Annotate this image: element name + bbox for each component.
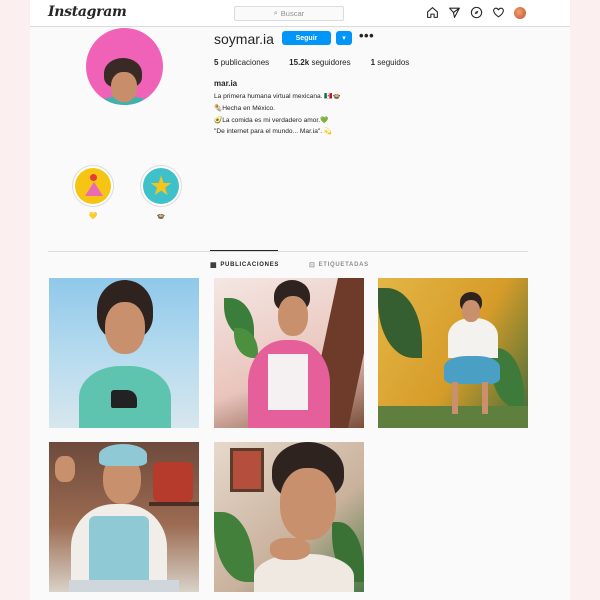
tabs-divider — [48, 251, 528, 252]
activity-icon[interactable] — [492, 6, 505, 19]
suggested-dropdown-button[interactable]: ▾ — [336, 31, 352, 45]
search-placeholder: Buscar — [280, 9, 305, 18]
active-tab-indicator — [210, 250, 278, 251]
stat-posts: 5 publicaciones — [214, 58, 269, 67]
stat-posts-label: publicaciones — [220, 58, 270, 67]
story-highlight-2[interactable]: ★ — [140, 165, 182, 207]
bio-line: La primera humana virtual mexicana. 🇲🇽🍲 — [214, 93, 341, 100]
tab-publicaciones[interactable]: ▦ PUBLICACIONES — [210, 261, 279, 269]
stat-followers-value: 15.2k — [289, 58, 310, 67]
tab-etiquetadas[interactable]: ⊡ ETIQUETADAS — [309, 261, 369, 269]
plant-leaf — [234, 328, 258, 358]
figure-skirt — [444, 356, 500, 384]
avatar[interactable] — [514, 6, 526, 19]
kitchen-shelf-item — [153, 462, 193, 502]
profile-picture-face — [111, 72, 137, 102]
profile-username: soymar.ia — [214, 31, 274, 47]
figure-blouse — [448, 318, 498, 358]
figure-face — [280, 468, 336, 540]
dinosaur-print — [111, 390, 137, 408]
highlight-cover: ★ — [143, 168, 179, 204]
figure-leg — [482, 382, 488, 414]
stat-following-value: 1 — [370, 58, 376, 67]
post-thumbnail-4[interactable] — [49, 442, 199, 592]
explore-icon[interactable] — [470, 6, 483, 19]
star-icon: ★ — [149, 171, 174, 201]
story-highlight-1[interactable] — [72, 165, 114, 207]
profile-full-name: mar.ia — [214, 79, 238, 88]
chevron-down-icon: ▾ — [342, 35, 346, 42]
figure-shirt — [268, 354, 308, 410]
direct-icon[interactable] — [448, 6, 461, 19]
figure-shirt — [254, 554, 354, 592]
profile-stats: 5 publicaciones 15.2k seguidores 1 segui… — [214, 58, 429, 67]
follow-button[interactable]: Seguir — [282, 31, 331, 45]
kitchen-shelf — [149, 502, 199, 506]
figure-face — [105, 302, 145, 354]
instagram-logo[interactable]: Instagram — [48, 4, 127, 20]
stat-followers[interactable]: 15.2k seguidores — [289, 58, 350, 67]
stat-followers-label: seguidores — [311, 58, 351, 67]
grid-icon: ▦ — [210, 262, 218, 269]
more-options-button[interactable]: ••• — [359, 29, 374, 42]
tab-label: ETIQUETADAS — [318, 262, 369, 268]
figure-face — [278, 296, 308, 336]
figure-face — [462, 300, 480, 322]
search-input[interactable]: ⌕ Buscar — [234, 6, 344, 21]
wall-picture — [230, 448, 264, 492]
post-thumbnail-3[interactable] — [378, 278, 528, 428]
post-thumbnail-1[interactable] — [49, 278, 199, 428]
search-icon: ⌕ — [273, 9, 278, 17]
figure-hand — [270, 538, 310, 560]
tag-icon: ⊡ — [309, 262, 316, 269]
bio-line: 🌯Hecha en México. — [214, 104, 275, 112]
stat-following-label: seguidos — [377, 58, 410, 67]
home-icon[interactable] — [426, 6, 439, 19]
triangle-icon — [85, 182, 103, 196]
highlight-cover — [75, 168, 111, 204]
cooking-pot — [69, 580, 179, 592]
figure-leg — [452, 382, 458, 414]
highlight-label: 💛 — [88, 213, 98, 220]
circle-shape — [90, 174, 97, 181]
profile-picture[interactable] — [86, 28, 163, 105]
bio-line: "De internet para el mundo... Mar.ia". 💫 — [214, 128, 333, 136]
post-thumbnail-2[interactable] — [214, 278, 364, 428]
highlight-label: 🍲 — [156, 213, 166, 220]
post-thumbnail-5[interactable] — [214, 442, 364, 592]
bio-line: 🥑La comida es mi verdadero amor.💚 — [214, 116, 329, 124]
stat-following[interactable]: 1 seguidos — [371, 58, 410, 67]
figure-raised-hand — [55, 456, 75, 482]
instagram-page: Instagram ⌕ Buscar soymar.ia Seguir ▾ ••… — [30, 0, 570, 600]
profile-bio: La primera humana virtual mexicana. 🇲🇽🍲 … — [214, 91, 341, 138]
plant-leaf — [378, 288, 422, 358]
tab-label: PUBLICACIONES — [220, 262, 280, 268]
top-navigation-bar: Instagram ⌕ Buscar — [30, 0, 570, 27]
nav-icons — [426, 6, 526, 19]
stat-posts-value: 5 — [214, 58, 219, 67]
plant-leaf — [214, 512, 254, 582]
figure-beanie — [99, 444, 147, 466]
